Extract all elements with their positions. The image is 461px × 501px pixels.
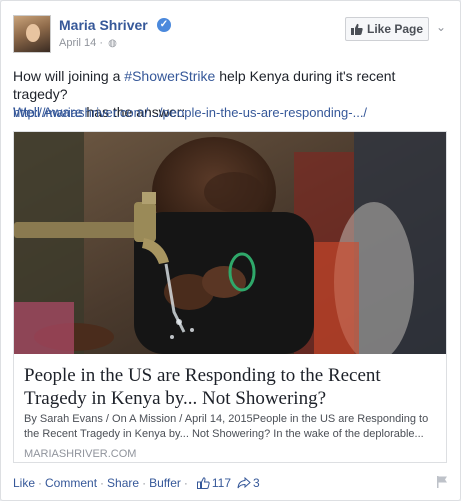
like-page-label: Like Page [366,22,424,36]
share-count[interactable]: 3 [253,476,260,490]
like-link[interactable]: Like [13,476,35,490]
like-page-button[interactable]: Like Page [345,17,429,41]
share-link[interactable]: Share [107,476,139,490]
link-attachment[interactable]: People in the US are Responding to the R… [13,131,447,463]
buffer-link[interactable]: Buffer [149,476,181,490]
comment-link[interactable]: Comment [45,476,97,490]
attachment-source: MARIASHRIVER.COM [24,448,137,460]
like-count[interactable]: 117 [212,476,231,490]
post-date-text[interactable]: April 14 · [59,37,103,49]
separator: · [38,476,43,490]
thumbs-up-icon [350,23,363,35]
post-url-link[interactable]: http://mariashriver.com/.../people-in-th… [13,105,449,120]
share-arrow-icon[interactable] [237,477,251,489]
attachment-image[interactable] [14,132,446,354]
globe-icon: ◍ [108,38,117,49]
chevron-down-icon[interactable]: ⌄ [433,19,449,35]
hashtag-link[interactable]: #ShowerStrike [124,68,215,84]
separator: · [142,476,147,490]
separator: · [183,476,188,490]
page-name-link[interactable]: Maria Shriver [59,17,148,33]
verified-badge-icon: ✓ [157,18,171,32]
post-text-part: How will joining a [13,68,125,84]
attachment-title[interactable]: People in the US are Responding to the R… [24,364,440,410]
flag-icon[interactable] [436,475,448,492]
avatar-face [26,24,40,42]
post-header: Maria Shriver ✓ April 14 · ◍ Like Page ⌄ [13,13,448,53]
attachment-description: By Sarah Evans / On A Mission / April 14… [24,413,429,440]
post-footer: Like · Comment · Share · Buffer · 117 3 [13,475,448,491]
separator: · [100,476,105,490]
avatar[interactable] [13,15,51,53]
post-card: Maria Shriver ✓ April 14 · ◍ Like Page ⌄… [0,0,461,501]
post-date[interactable]: April 14 · ◍ [59,37,117,49]
like-count-thumbs-up-icon[interactable] [196,477,210,489]
